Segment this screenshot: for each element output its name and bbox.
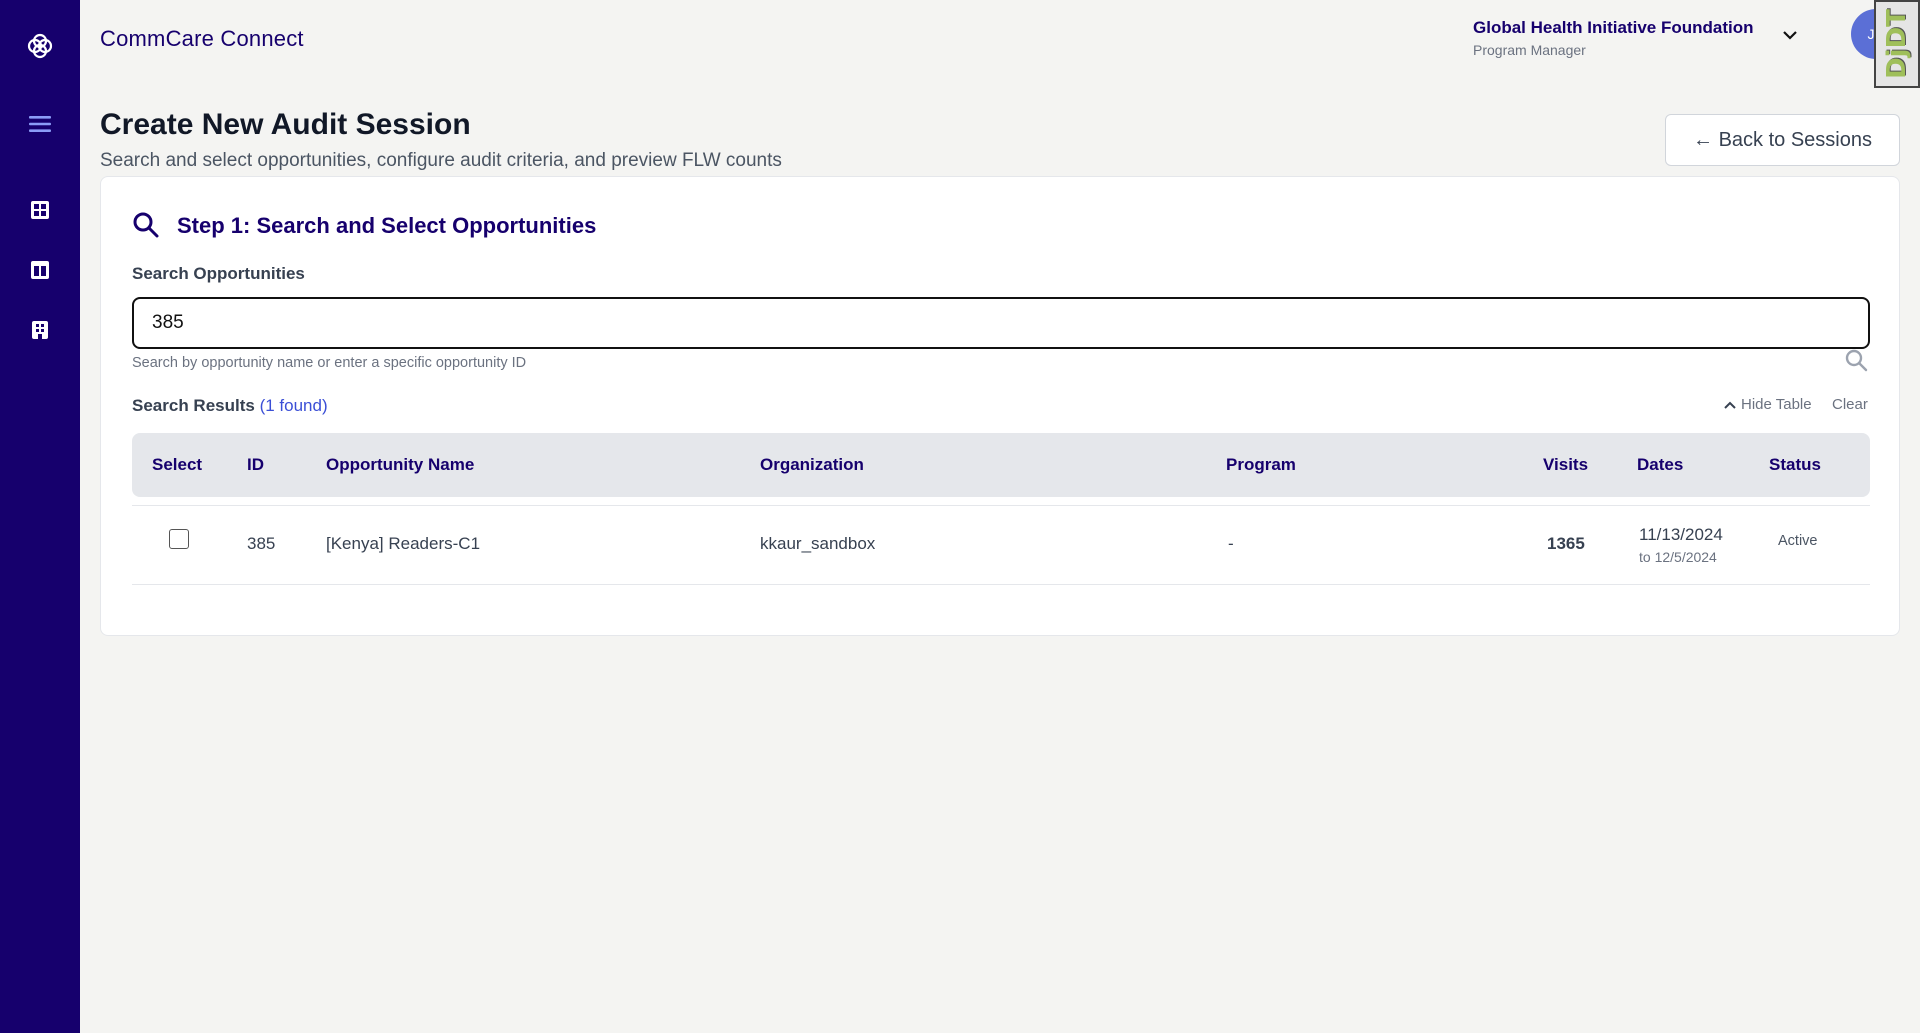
dashboard-grid-icon[interactable] — [0, 190, 80, 230]
col-status: Status — [1769, 455, 1821, 474]
hide-table-label: Hide Table — [1741, 396, 1812, 413]
col-organization: Organization — [760, 455, 864, 474]
row-select-checkbox[interactable] — [169, 529, 189, 549]
page-subtitle: Search and select opportunities, configu… — [100, 150, 782, 171]
cell-organization: kkaur_sandbox — [760, 534, 876, 553]
clear-button[interactable]: Clear — [1832, 396, 1868, 413]
building-icon[interactable] — [0, 310, 80, 350]
debug-toolbar-toggle[interactable]: DjDT — [1874, 0, 1920, 88]
logo-icon[interactable] — [0, 24, 80, 68]
hide-table-button[interactable]: Hide Table — [1723, 396, 1812, 413]
search-helper-text: Search by opportunity name or enter a sp… — [132, 355, 527, 371]
menu-icon[interactable] — [0, 104, 80, 144]
status-badge: Active — [1778, 533, 1818, 549]
table-row[interactable]: 385 [Kenya] Readers-C1 kkaur_sandbox - 1… — [132, 505, 1870, 585]
cell-id: 385 — [247, 534, 276, 553]
page-title: Create New Audit Session — [100, 108, 471, 141]
col-select: Select — [152, 455, 203, 474]
org-name: Global Health Initiative Foundation — [1473, 18, 1754, 37]
org-role: Program Manager — [1473, 42, 1586, 58]
results-count: (1 found) — [259, 396, 328, 415]
search-label: Search Opportunities — [132, 264, 305, 283]
col-dates: Dates — [1637, 455, 1684, 474]
cell-program: - — [1228, 534, 1234, 553]
chevron-down-icon[interactable] — [1782, 30, 1798, 40]
results-label-text: Search Results — [132, 396, 255, 415]
col-id: ID — [247, 455, 264, 474]
cell-date-to: to 12/5/2024 — [1639, 549, 1717, 565]
sidebar — [0, 0, 80, 1033]
search-input[interactable] — [132, 297, 1870, 349]
table-header: Select ID Opportunity Name Organization … — [132, 433, 1870, 497]
app-title[interactable]: CommCare Connect — [100, 26, 304, 52]
col-opportunity-name: Opportunity Name — [326, 455, 475, 474]
cell-opportunity-name: [Kenya] Readers-C1 — [326, 534, 481, 553]
org-switcher[interactable]: Global Health Initiative Foundation Prog… — [1473, 18, 1754, 58]
search-icon[interactable] — [1844, 348, 1868, 372]
back-to-sessions-button[interactable]: ← Back to Sessions — [1665, 114, 1900, 166]
col-program: Program — [1226, 455, 1296, 474]
step-title: Step 1: Search and Select Opportunities — [177, 213, 597, 238]
col-visits: Visits — [1543, 455, 1589, 474]
search-results-label: Search Results (1 found) — [132, 396, 328, 416]
cell-visits: 1365 — [1547, 534, 1585, 553]
cell-date-from: 11/13/2024 — [1639, 525, 1723, 544]
chevron-up-icon — [1724, 401, 1736, 409]
search-icon — [133, 212, 159, 238]
columns-icon[interactable] — [0, 250, 80, 290]
top-header: CommCare Connect Global Health Initiativ… — [80, 0, 1920, 88]
step1-card: Step 1: Search and Select Opportunities … — [100, 176, 1900, 636]
